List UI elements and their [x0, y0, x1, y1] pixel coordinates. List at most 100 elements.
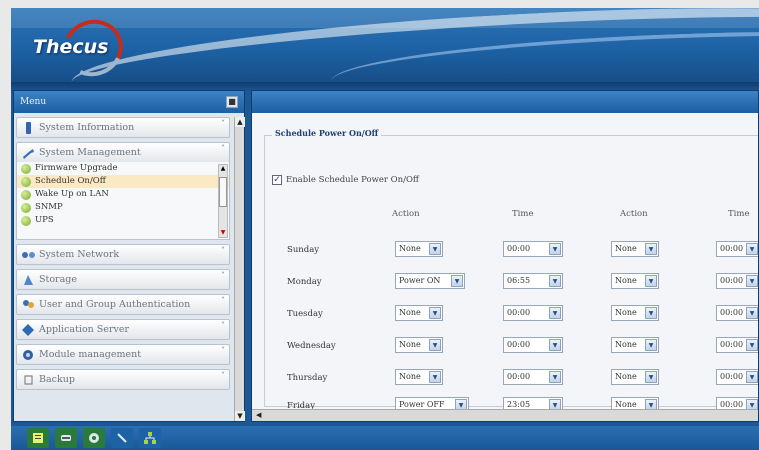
- time1-select[interactable]: 00:00 ▼: [503, 305, 563, 321]
- menu-category-system-network[interactable]: System Network ˅: [16, 244, 230, 265]
- thecus-logo: Thecus: [33, 11, 153, 82]
- gear-icon: [21, 216, 31, 226]
- gear-icon: [21, 190, 31, 200]
- dropdown-arrow-icon: ▼: [746, 339, 758, 351]
- content-panel: Schedule Power On/Off ✓ Enable Schedule …: [251, 90, 759, 422]
- dropdown-arrow-icon: ▼: [549, 339, 561, 351]
- menu-header: Menu ■: [14, 91, 244, 113]
- logo-text: Thecus: [33, 36, 109, 58]
- action1-select[interactable]: None ▼: [395, 305, 443, 321]
- time2-select[interactable]: 00:00 ▼: [716, 369, 758, 385]
- fan-icon[interactable]: [83, 428, 105, 448]
- time2-select[interactable]: 00:00 ▼: [716, 241, 758, 257]
- chevron-up-icon: ˄: [221, 144, 225, 153]
- chevron-down-icon: ˅: [221, 371, 225, 380]
- action2-select[interactable]: None ▼: [611, 273, 659, 289]
- menu-category-label: System Management: [39, 147, 141, 158]
- collapse-icon[interactable]: ■: [226, 96, 238, 108]
- submenu-scrollbar[interactable]: ▲ ▼: [218, 164, 228, 238]
- menu-category-label: User and Group Authentication: [39, 299, 191, 310]
- dropdown-arrow-icon: ▼: [451, 275, 463, 287]
- disk-icon[interactable]: [55, 428, 77, 448]
- action2-select[interactable]: None ▼: [611, 241, 659, 257]
- content-horizontal-scrollbar[interactable]: ◀: [252, 409, 758, 421]
- chevron-down-icon: ˅: [221, 119, 225, 128]
- action1-select[interactable]: None ▼: [395, 337, 443, 353]
- action1-select[interactable]: Power ON ▼: [395, 273, 465, 289]
- dropdown-arrow-icon: ▼: [645, 243, 657, 255]
- menu-category-module-management[interactable]: Module management ˅: [16, 344, 230, 365]
- action1-select[interactable]: None ▼: [395, 241, 443, 257]
- time2-select[interactable]: 00:00 ▼: [716, 337, 758, 353]
- menu-category-label: Module management: [39, 349, 142, 360]
- menu-category-label: System Network: [39, 249, 120, 260]
- dropdown-arrow-icon: ▼: [549, 307, 561, 319]
- submenu-item-snmp[interactable]: SNMP: [17, 201, 229, 214]
- network-status-icon[interactable]: [139, 428, 161, 448]
- submenu-item-ups[interactable]: UPS: [17, 214, 229, 227]
- gear-icon: [21, 203, 31, 213]
- dropdown-arrow-icon: ▼: [746, 371, 758, 383]
- submenu-item-firmware-upgrade[interactable]: Firmware Upgrade: [17, 162, 229, 175]
- menu-category-storage[interactable]: Storage ˅: [16, 269, 230, 290]
- submenu-system-management: Firmware Upgrade Schedule On/Off Wake Up…: [16, 162, 230, 240]
- time1-select[interactable]: 00:00 ▼: [503, 369, 563, 385]
- column-header-time: Time: [728, 209, 750, 219]
- action1-select[interactable]: None ▼: [395, 369, 443, 385]
- day-label: Thursday: [287, 373, 328, 383]
- dropdown-arrow-icon: ▼: [429, 339, 441, 351]
- menu-panel: Menu ■ System Information ˅ System Manag…: [13, 90, 245, 422]
- scroll-down-icon[interactable]: ▼: [219, 229, 227, 237]
- network-icon: [22, 252, 35, 258]
- gear-icon: [21, 177, 31, 187]
- dropdown-arrow-icon: ▼: [429, 307, 441, 319]
- day-label: Sunday: [287, 245, 320, 255]
- time1-select[interactable]: 00:00 ▼: [503, 337, 563, 353]
- time1-select[interactable]: 06:55 ▼: [503, 273, 563, 289]
- dropdown-arrow-icon: ▼: [429, 243, 441, 255]
- menu-category-backup[interactable]: Backup ˅: [16, 369, 230, 390]
- chevron-down-icon: ˅: [221, 246, 225, 255]
- dropdown-arrow-icon: ▼: [645, 307, 657, 319]
- dropdown-arrow-icon: ▼: [746, 275, 758, 287]
- scroll-up-icon[interactable]: ▲: [219, 165, 227, 173]
- scroll-down-icon[interactable]: ▼: [235, 411, 245, 421]
- submenu-item-schedule-on-off[interactable]: Schedule On/Off: [17, 175, 229, 188]
- enable-schedule-checkbox[interactable]: ✓: [272, 175, 282, 185]
- tools-icon[interactable]: [111, 428, 133, 448]
- time2-select[interactable]: 00:00 ▼: [716, 273, 758, 289]
- menu-scrollbar[interactable]: ▲ ▼: [234, 117, 245, 421]
- dropdown-arrow-icon: ▼: [429, 371, 441, 383]
- scrollbar-thumb[interactable]: [219, 177, 227, 207]
- info-icon: [26, 122, 31, 134]
- menu-category-user-group-authentication[interactable]: User and Group Authentication ˅: [16, 294, 230, 315]
- menu-title: Menu: [20, 97, 47, 107]
- scroll-left-icon[interactable]: ◀: [256, 411, 261, 419]
- dropdown-arrow-icon: ▼: [645, 371, 657, 383]
- chevron-down-icon: ˅: [221, 271, 225, 280]
- dropdown-arrow-icon: ▼: [549, 371, 561, 383]
- dropdown-arrow-icon: ▼: [746, 307, 758, 319]
- menu-category-label: System Information: [39, 122, 135, 133]
- day-label: Monday: [287, 277, 322, 287]
- schedule-form: Schedule Power On/Off ✓ Enable Schedule …: [252, 113, 758, 413]
- scroll-up-icon[interactable]: ▲: [235, 117, 245, 127]
- action2-select[interactable]: None ▼: [611, 369, 659, 385]
- chevron-down-icon: ˅: [221, 346, 225, 355]
- action2-select[interactable]: None ▼: [611, 337, 659, 353]
- action2-select[interactable]: None ▼: [611, 305, 659, 321]
- menu-category-application-server[interactable]: Application Server ˅: [16, 319, 230, 340]
- menu-list: System Information ˅ System Management ˄…: [16, 117, 230, 394]
- users-icon: [23, 300, 34, 308]
- chevron-down-icon: ˅: [221, 321, 225, 330]
- content-header: [252, 91, 758, 113]
- enable-schedule-label: Enable Schedule Power On/Off: [286, 175, 419, 185]
- submenu-item-wake-up-on-lan[interactable]: Wake Up on LAN: [17, 188, 229, 201]
- wrench-icon: [23, 149, 34, 159]
- menu-category-system-management[interactable]: System Management ˄: [16, 142, 230, 163]
- time1-select[interactable]: 00:00 ▼: [503, 241, 563, 257]
- column-header-action: Action: [620, 209, 648, 219]
- menu-category-system-information[interactable]: System Information ˅: [16, 117, 230, 138]
- time2-select[interactable]: 00:00 ▼: [716, 305, 758, 321]
- log-icon[interactable]: [27, 428, 49, 448]
